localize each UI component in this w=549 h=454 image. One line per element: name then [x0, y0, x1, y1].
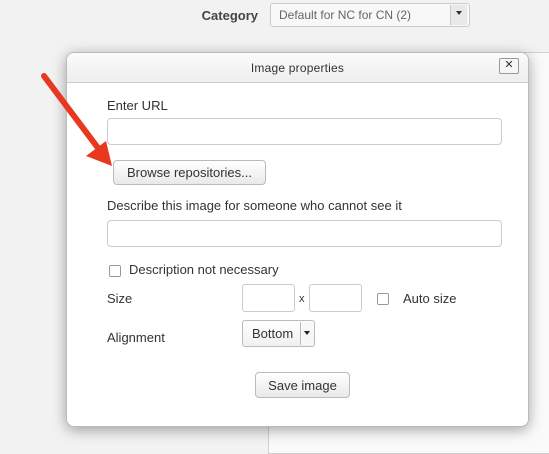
- red-arrow-icon: [41, 73, 112, 166]
